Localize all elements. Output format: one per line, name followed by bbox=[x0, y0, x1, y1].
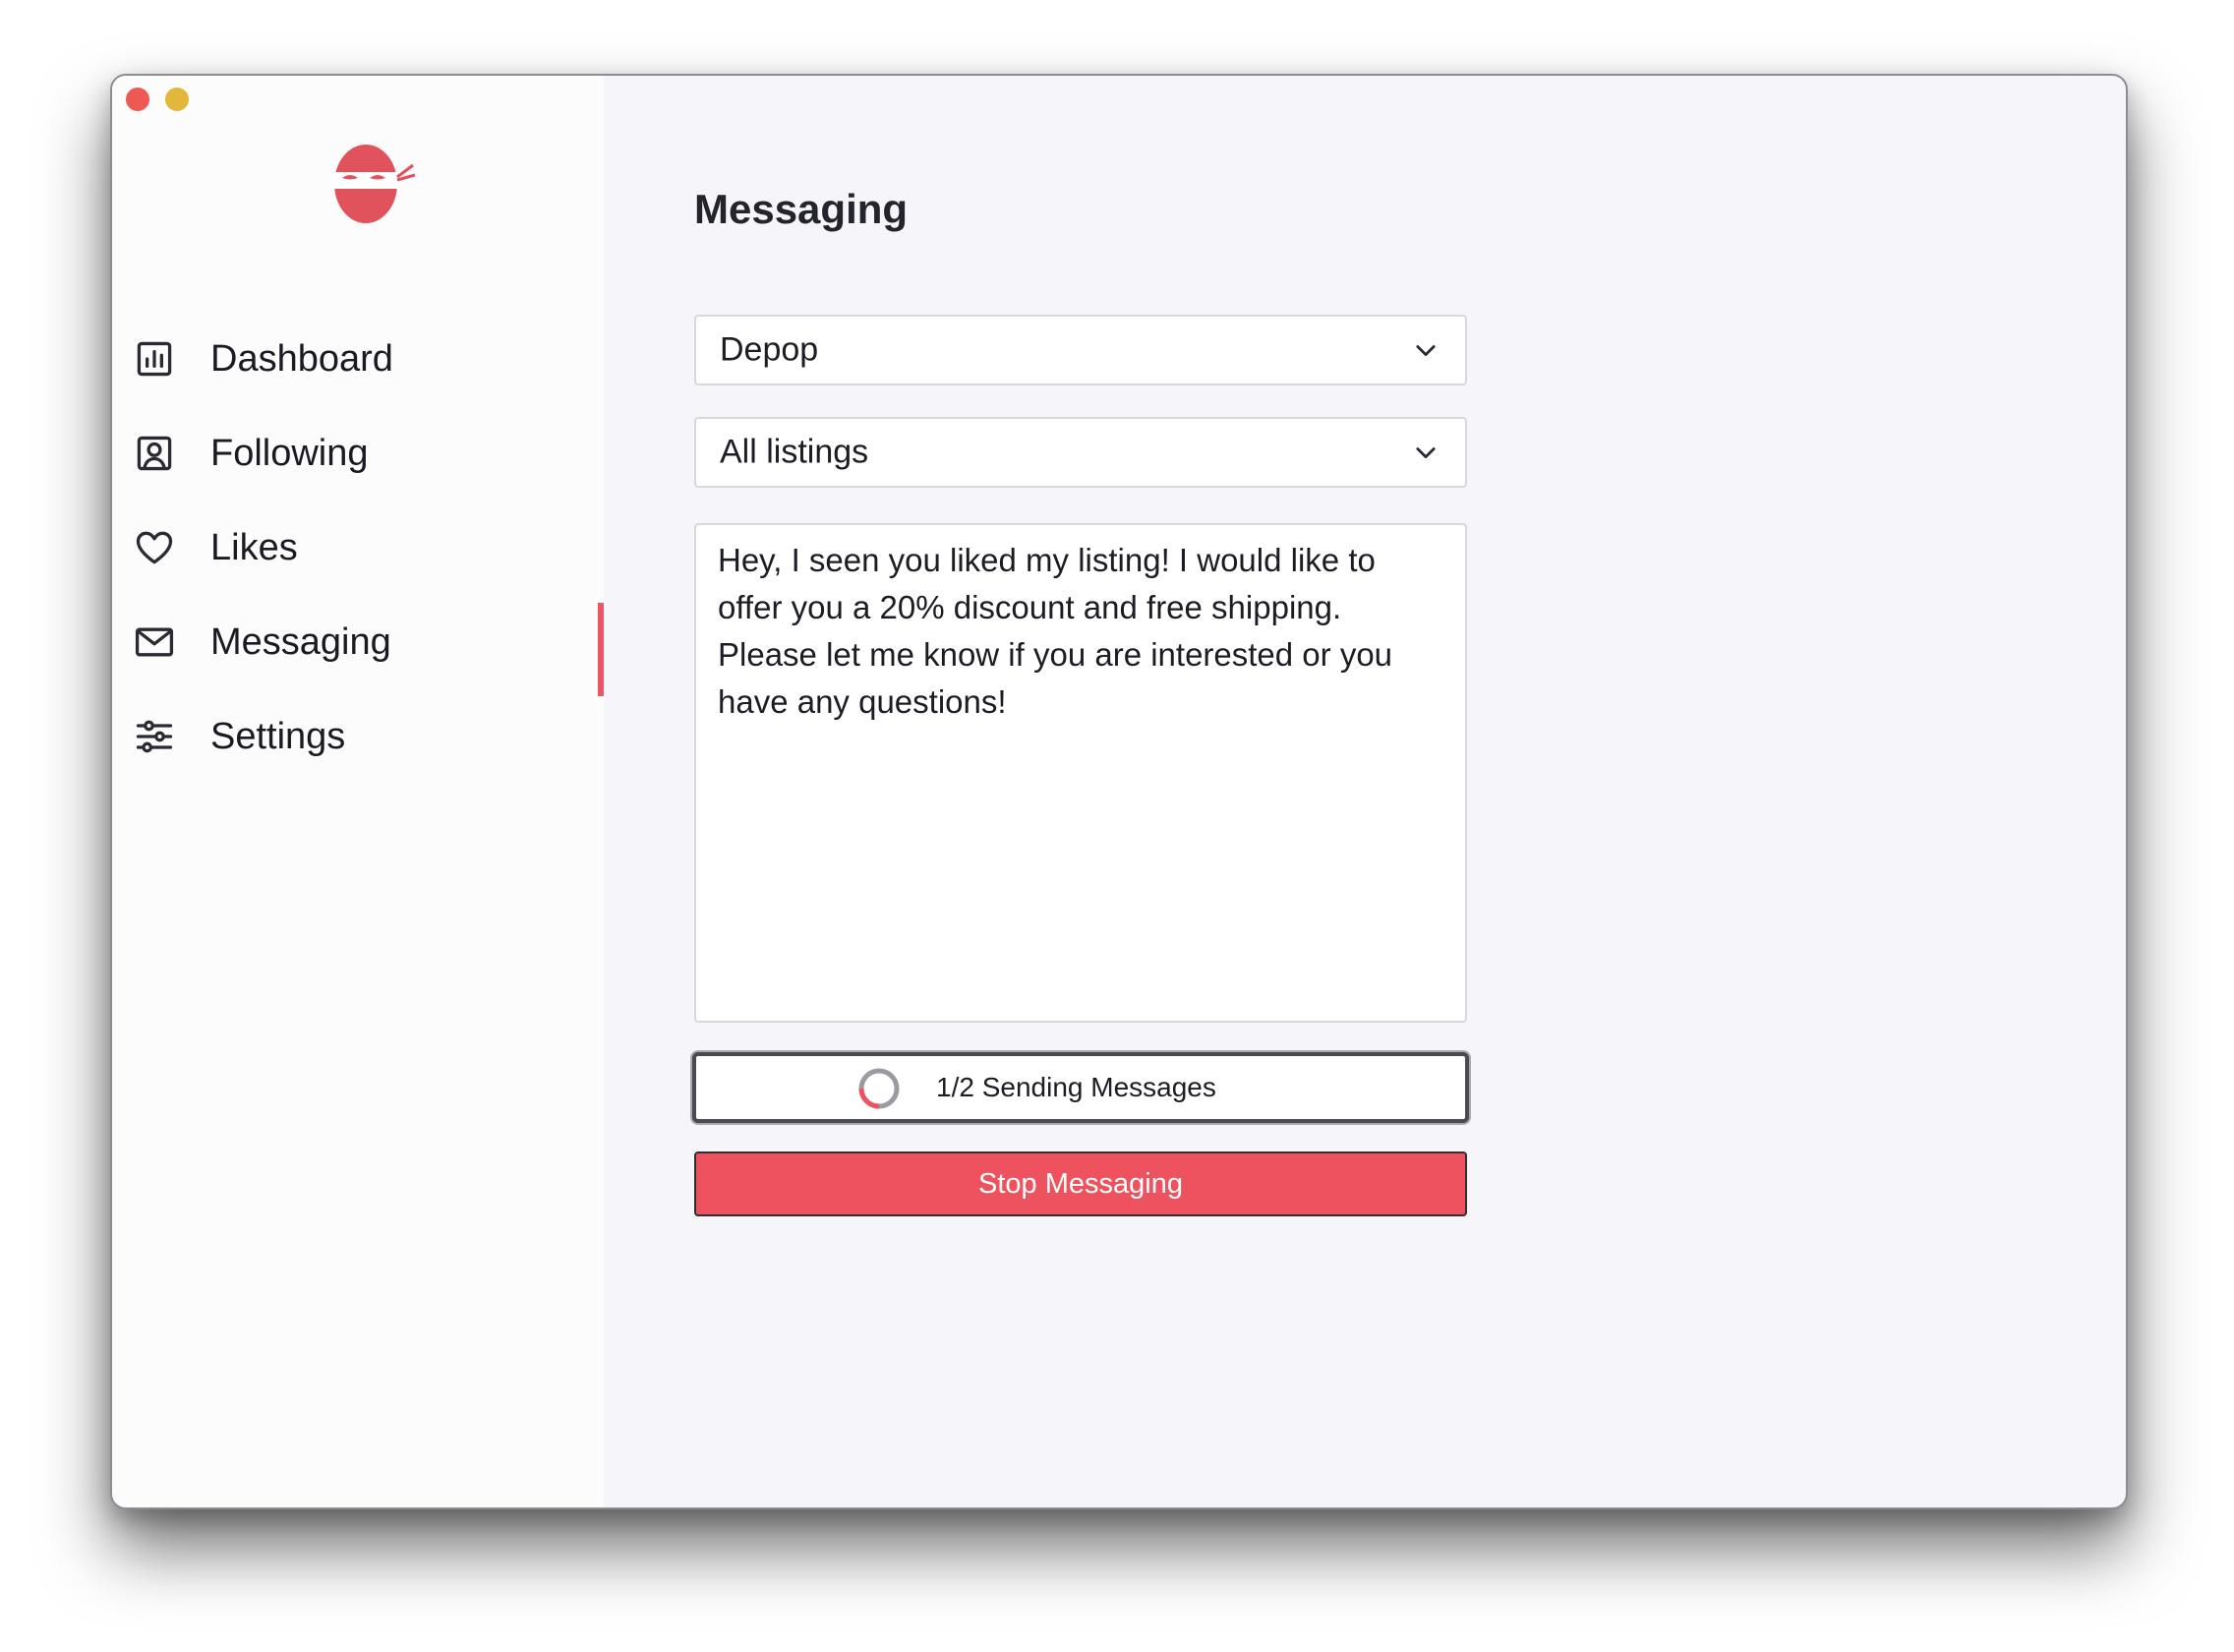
sidebar-item-label: Settings bbox=[210, 715, 346, 757]
sidebar-item-messaging[interactable]: Messaging bbox=[112, 595, 604, 696]
platform-select-value: Depop bbox=[720, 330, 819, 369]
user-square-icon bbox=[133, 432, 176, 475]
listing-select-value: All listings bbox=[720, 433, 869, 471]
mail-icon bbox=[133, 620, 176, 664]
content-area: Messaging Depop All listings Hey, I seen… bbox=[604, 76, 2126, 1507]
sidebar-nav: Dashboard Following Likes Messaging Sett… bbox=[112, 312, 604, 784]
sidebar: Dashboard Following Likes Messaging Sett… bbox=[112, 76, 604, 1507]
sidebar-item-label: Following bbox=[210, 432, 369, 474]
page-title: Messaging bbox=[694, 186, 909, 232]
sidebar-item-likes[interactable]: Likes bbox=[112, 501, 604, 595]
sidebar-item-dashboard[interactable]: Dashboard bbox=[112, 312, 604, 406]
chevron-down-icon bbox=[1416, 447, 1436, 459]
sending-status: 1/2 Sending Messages bbox=[692, 1052, 1469, 1123]
sidebar-item-settings[interactable]: Settings bbox=[112, 689, 604, 784]
bar-chart-icon bbox=[133, 337, 176, 381]
sliders-icon bbox=[133, 715, 176, 758]
chevron-down-icon bbox=[1416, 345, 1436, 357]
sending-status-text: 1/2 Sending Messages bbox=[936, 1072, 1216, 1102]
sidebar-item-following[interactable]: Following bbox=[112, 406, 604, 501]
message-textarea[interactable]: Hey, I seen you liked my listing! I woul… bbox=[694, 523, 1467, 1023]
heart-icon bbox=[133, 526, 176, 569]
ninja-logo-icon bbox=[309, 125, 427, 243]
close-window-button[interactable] bbox=[126, 88, 149, 111]
sidebar-item-label: Messaging bbox=[210, 620, 391, 663]
minimize-window-button[interactable] bbox=[165, 88, 189, 111]
stop-messaging-button[interactable]: Stop Messaging bbox=[694, 1151, 1467, 1216]
window-controls bbox=[126, 88, 189, 111]
loading-spinner-icon bbox=[858, 1068, 900, 1109]
platform-select[interactable]: Depop bbox=[694, 315, 1467, 385]
sidebar-item-label: Dashboard bbox=[210, 337, 393, 380]
app-window: Dashboard Following Likes Messaging Sett… bbox=[110, 74, 2128, 1509]
listing-select[interactable]: All listings bbox=[694, 417, 1467, 488]
sidebar-item-label: Likes bbox=[210, 526, 298, 568]
